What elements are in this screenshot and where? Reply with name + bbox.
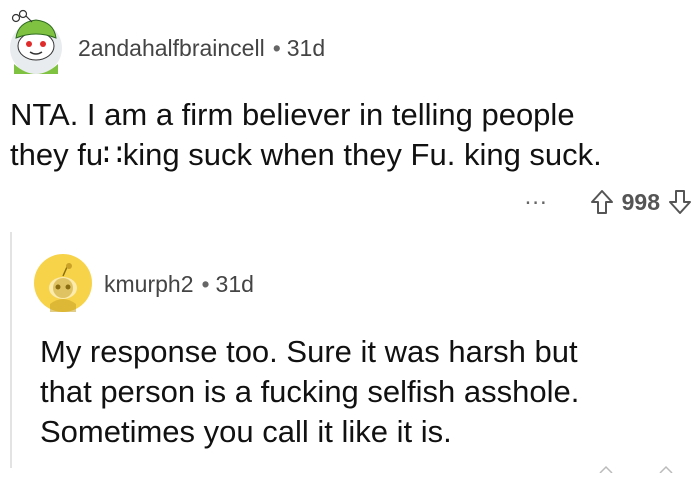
meta-separator: • (272, 35, 281, 61)
reply-age: 31d (215, 271, 254, 297)
comment-thread: 2andahalfbraincell • 31d NTA. I am a firm … (0, 0, 700, 474)
snoo-green-avatar-icon (10, 9, 62, 74)
reply-body: My response too. Sure it was harsh but t… (40, 332, 690, 452)
reply-line: that person is a fucking selfish asshole… (40, 374, 580, 409)
reply-line: My response too. Sure it was harsh but (40, 334, 578, 369)
meta-separator: • (201, 271, 210, 297)
reply-actions-partial (556, 460, 676, 474)
more-icon[interactable]: ... (525, 185, 548, 209)
arrow-down-icon (669, 190, 691, 214)
comment-age: 31d (286, 35, 326, 61)
downvote-button[interactable] (668, 189, 692, 215)
reply-meta: kmurph2 • 31d (104, 270, 254, 298)
comment-meta: 2andahalfbraincell • 31d (78, 34, 325, 62)
arrow-up-icon (590, 190, 613, 214)
comment-line: NTA. I am a firm believer in telling peo… (10, 97, 575, 132)
comment-body: NTA. I am a firm believer in telling peo… (10, 95, 690, 175)
thread-line[interactable] (10, 232, 12, 468)
comment-actions: ... 998 (525, 184, 692, 220)
comment-line: they fu∷king suck when they Fu. king suc… (10, 137, 602, 172)
upvote-button[interactable] (590, 189, 614, 215)
snoo-default-avatar-icon (34, 254, 92, 312)
reply-line: Sometimes you call it like it is. (40, 414, 452, 449)
username[interactable]: 2andahalfbraincell (78, 35, 265, 61)
vote-score: 998 (621, 188, 660, 215)
reply-username[interactable]: kmurph2 (104, 271, 193, 297)
user-avatar[interactable] (4, 8, 64, 76)
arrow-up-icon (599, 465, 673, 474)
reply-user-avatar[interactable] (34, 254, 92, 312)
